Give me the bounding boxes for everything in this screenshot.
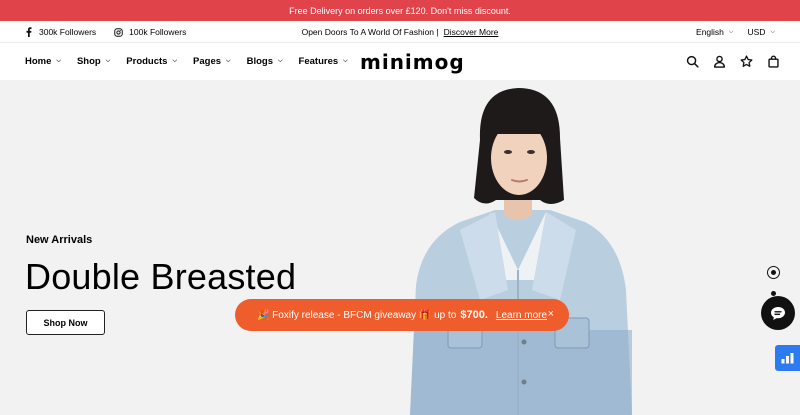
toast-amount: $700. xyxy=(460,309,488,321)
promo-toast: 🎉 Foxify release - BFCM giveaway 🎁 up to… xyxy=(235,299,569,331)
tagline-area: Open Doors To A World Of Fashion | Disco… xyxy=(0,21,800,43)
search-icon[interactable] xyxy=(686,55,699,68)
chevron-down-icon: ⌵ xyxy=(277,58,283,64)
chat-bubble-icon xyxy=(771,306,785,320)
close-icon[interactable]: × xyxy=(548,308,554,320)
currency-selector[interactable]: USD ⌵ xyxy=(747,27,775,37)
nav-item-label: Products xyxy=(126,56,168,67)
promo-bar: Free Delivery on orders over £120. Don't… xyxy=(0,0,800,21)
top-utility-bar: 300k Followers 100k Followers Open Doors… xyxy=(0,21,800,43)
header-actions xyxy=(686,43,780,80)
site-logo[interactable]: minimog xyxy=(360,50,465,74)
account-icon[interactable] xyxy=(713,55,726,68)
hero-title: Double Breasted xyxy=(25,256,297,297)
language-selector[interactable]: English ⌵ xyxy=(696,27,733,37)
hero-model-image xyxy=(410,88,632,415)
chevron-down-icon: ⌵ xyxy=(343,58,348,64)
nav-item-label: Shop xyxy=(76,56,101,67)
nav-item-label: Features xyxy=(298,56,339,67)
learn-more-link[interactable]: Learn more xyxy=(496,310,547,321)
nav-item-label: Home xyxy=(25,56,52,67)
nav-item-pages[interactable]: Pages ⌵ xyxy=(193,56,231,67)
chevron-down-icon: ⌵ xyxy=(728,28,734,35)
promo-text: Free Delivery on orders over £120. Don't… xyxy=(289,5,511,16)
chevron-down-icon: ⌵ xyxy=(226,58,231,64)
nav-item-label: Blogs xyxy=(246,56,273,67)
nav-item-home[interactable]: Home ⌵ xyxy=(25,56,61,67)
chat-button[interactable] xyxy=(761,296,795,330)
side-widget-button[interactable] xyxy=(775,345,800,371)
wishlist-star-icon[interactable] xyxy=(740,55,753,68)
slide-dot-active[interactable] xyxy=(767,266,780,279)
chevron-down-icon: ⌵ xyxy=(172,58,178,64)
main-menu: Home ⌵ Shop ⌵ Products ⌵ Pages ⌵ Blogs ⌵… xyxy=(25,43,348,80)
chevron-down-icon: ⌵ xyxy=(105,58,111,64)
locale-selectors: English ⌵ USD ⌵ xyxy=(696,21,775,43)
tagline-text: Open Doors To A World Of Fashion | xyxy=(301,27,439,37)
hero-banner: New Arrivals Double Breasted Shop Now xyxy=(0,80,800,415)
nav-item-blogs[interactable]: Blogs ⌵ xyxy=(247,56,283,67)
discover-more-link[interactable]: Discover More xyxy=(444,27,499,37)
toast-text: 🎉 Foxify release - BFCM giveaway 🎁 up to xyxy=(256,309,457,321)
shop-now-button[interactable]: Shop Now xyxy=(26,310,105,335)
cart-bag-icon[interactable] xyxy=(767,55,780,68)
chevron-down-icon: ⌵ xyxy=(770,28,775,35)
currency-value: USD xyxy=(747,27,766,37)
main-navbar: Home ⌵ Shop ⌵ Products ⌵ Pages ⌵ Blogs ⌵… xyxy=(0,43,800,80)
nav-item-shop[interactable]: Shop ⌵ xyxy=(77,56,110,67)
nav-item-label: Pages xyxy=(193,56,222,67)
language-value: English xyxy=(696,27,724,37)
bar-chart-icon xyxy=(781,353,794,364)
chevron-down-icon: ⌵ xyxy=(56,58,61,64)
nav-item-features[interactable]: Features ⌵ xyxy=(299,56,348,67)
hero-subtitle: New Arrivals xyxy=(26,234,93,246)
nav-item-products[interactable]: Products ⌵ xyxy=(126,56,177,67)
